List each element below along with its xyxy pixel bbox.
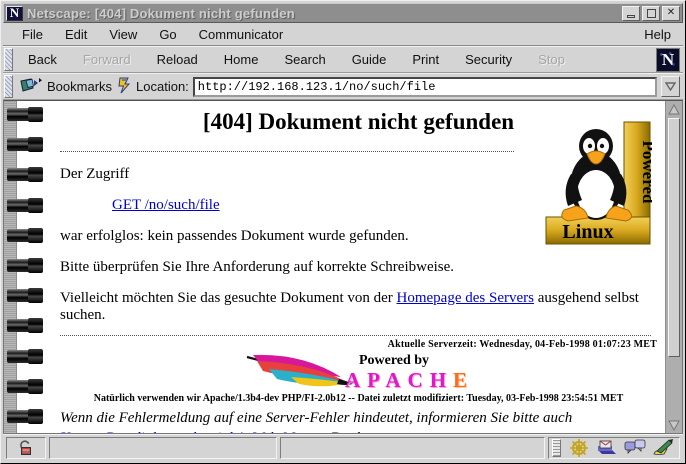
- apache-wordmark: APACHE: [345, 370, 474, 391]
- stop-button: Stop: [525, 48, 578, 71]
- navigator-icon[interactable]: [566, 438, 592, 458]
- apache-powered-logo: Powered by APACHE: [60, 351, 657, 391]
- url-dropdown-button[interactable]: [661, 76, 680, 97]
- close-icon: ✕: [667, 8, 675, 18]
- window-controls: ✕: [622, 6, 680, 21]
- print-button[interactable]: Print: [399, 48, 452, 71]
- scroll-up-button[interactable]: [666, 101, 682, 117]
- window-title: Netscape: [404] Dokument nicht gefunden: [27, 6, 618, 21]
- title-bar[interactable]: N Netscape: [404] Dokument nicht gefunde…: [3, 3, 683, 23]
- server-version-text: Natürlich verwenden wir Apache/1.3b4-dev…: [60, 393, 657, 404]
- unlocked-padlock-icon: [18, 440, 34, 456]
- dotted-horizontal-rule-bottom: [60, 335, 651, 336]
- browser-viewport: Linux Powered [404] Doku: [3, 100, 683, 434]
- arrow-down-icon: [668, 420, 680, 431]
- menu-bar: File Edit View Go Communicator Help: [3, 23, 683, 46]
- toolbar-grip[interactable]: [4, 48, 13, 71]
- dotted-horizontal-rule-top: [60, 151, 514, 152]
- maximize-button[interactable]: [642, 6, 660, 21]
- security-button[interactable]: Security: [452, 48, 525, 71]
- scrollbar-thumb[interactable]: [668, 118, 680, 357]
- reload-button[interactable]: Reload: [144, 48, 211, 71]
- status-bar: [3, 434, 683, 461]
- scrollbar-trough[interactable]: [666, 358, 682, 417]
- menu-help[interactable]: Help: [640, 25, 675, 44]
- progress-panel: [49, 437, 277, 459]
- document-page: Linux Powered [404] Doku: [50, 101, 665, 433]
- netscape-window-icon: N: [6, 6, 23, 21]
- server-time-text: Aktuelle Serverzeit: Wednesday, 04-Feb-1…: [60, 339, 657, 350]
- location-bar-grip[interactable]: [4, 75, 13, 98]
- webmaster-link[interactable]: KwaamReo.dialup.mch.sni.de's Web-Master: [60, 430, 323, 435]
- arrow-up-icon: [668, 104, 680, 115]
- maximize-icon: [647, 9, 656, 18]
- menu-edit[interactable]: Edit: [54, 25, 98, 44]
- paragraph-homepage-hint: Vielleicht möchten Sie das gesuchte Doku…: [60, 290, 657, 324]
- forward-button: Forward: [70, 48, 144, 71]
- location-label: Location:: [136, 79, 189, 94]
- close-button[interactable]: ✕: [662, 6, 680, 21]
- status-message-panel: [280, 437, 545, 459]
- page-proxy-icon[interactable]: [116, 77, 132, 97]
- browser-window: N Netscape: [404] Dokument nicht gefunde…: [0, 0, 686, 464]
- menu-file[interactable]: File: [11, 25, 54, 44]
- guide-button[interactable]: Guide: [339, 48, 400, 71]
- url-input[interactable]: [193, 77, 657, 97]
- component-bar-grip[interactable]: [552, 439, 561, 457]
- home-button[interactable]: Home: [211, 48, 272, 71]
- webmaster-notice: Wenn die Fehlermeldung auf eine Server-F…: [60, 409, 657, 434]
- bookmarks-icon[interactable]: [19, 77, 43, 97]
- apache-powered-by-text: Powered by: [359, 354, 474, 368]
- notebook-margin-texture: [4, 101, 17, 433]
- bookmarks-label[interactable]: Bookmarks: [47, 79, 112, 94]
- menu-go[interactable]: Go: [148, 25, 187, 44]
- navigation-toolbar: Back Forward Reload Home Search Guide Pr…: [3, 46, 683, 73]
- netscape-logo[interactable]: N: [656, 48, 680, 72]
- back-button[interactable]: Back: [15, 48, 70, 71]
- paragraph-schreibweise: Bitte überprüfen Sie Ihre Anforderung au…: [60, 259, 657, 276]
- svg-text:Powered: Powered: [639, 141, 652, 204]
- homepage-link[interactable]: Homepage des Servers: [397, 290, 534, 306]
- request-link[interactable]: GET /no/such/file: [112, 197, 220, 213]
- inbox-icon[interactable]: [594, 438, 620, 458]
- chevron-down-icon: [665, 82, 676, 91]
- minimize-icon: [627, 15, 635, 18]
- svg-text:Linux: Linux: [562, 221, 613, 243]
- security-indicator[interactable]: [6, 437, 46, 459]
- menu-communicator[interactable]: Communicator: [188, 25, 295, 44]
- search-button[interactable]: Search: [271, 48, 338, 71]
- linux-powered-logo: Linux Powered: [544, 114, 652, 247]
- discussions-icon[interactable]: [622, 438, 648, 458]
- composer-icon[interactable]: [650, 438, 676, 458]
- component-bar: [548, 437, 680, 459]
- scroll-down-button[interactable]: [666, 417, 682, 433]
- vertical-scrollbar[interactable]: [665, 101, 682, 433]
- minimize-button[interactable]: [622, 6, 640, 21]
- menu-view[interactable]: View: [98, 25, 148, 44]
- location-bar: Bookmarks Location:: [3, 73, 683, 100]
